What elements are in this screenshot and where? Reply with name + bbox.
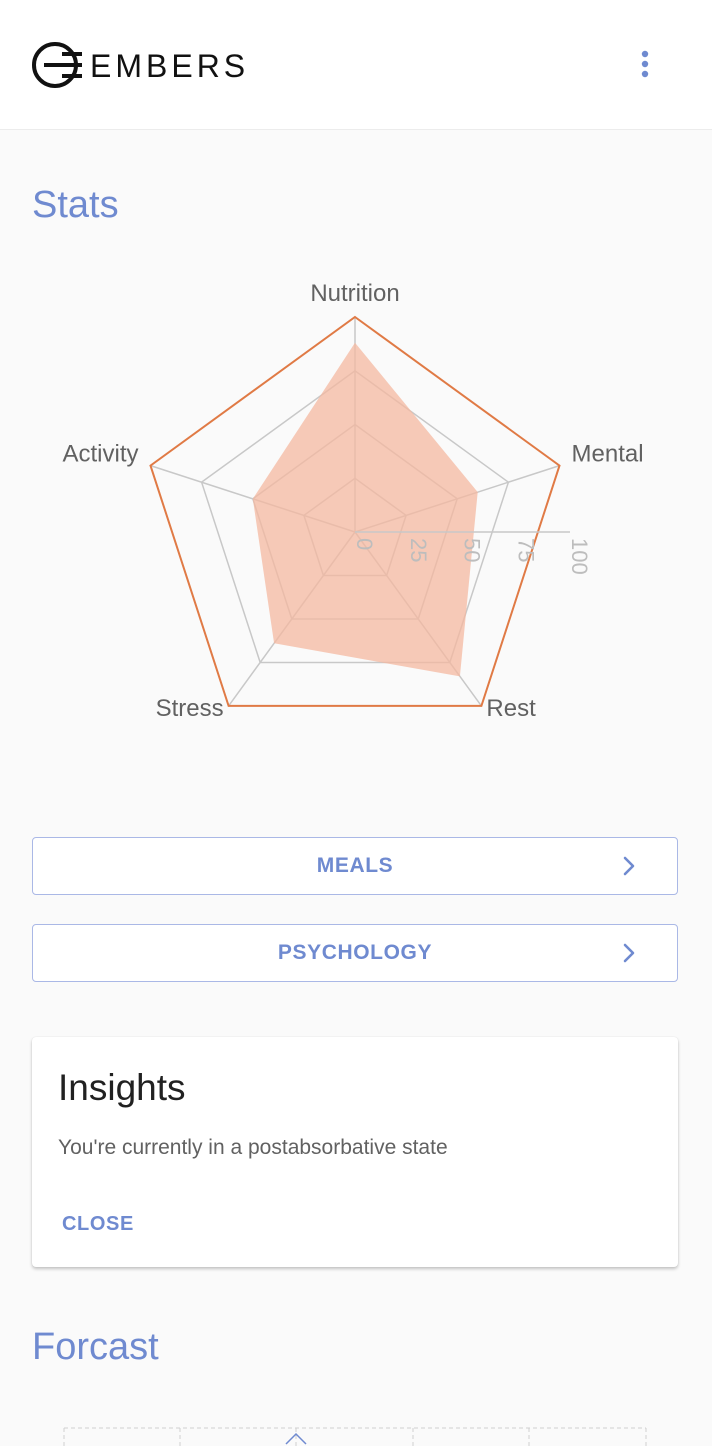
stats-radar-chart: 0 25 50 75 100 Nutrition Mental Rest Stress Acti… xyxy=(62,280,644,722)
psychology-button-label: PSYCHOLOGY xyxy=(277,941,433,964)
psychology-button[interactable]: PSYCHOLOGY xyxy=(32,924,678,982)
brand-name: EMBERS xyxy=(90,48,249,84)
radar-tick-label: 75 xyxy=(513,538,538,562)
app-bar: EMBERS xyxy=(0,0,712,130)
radar-tick-label: 100 xyxy=(567,538,592,575)
radar-axis-label: Mental xyxy=(572,441,644,468)
stats-title: Stats xyxy=(32,184,119,226)
insights-card: Insights You're currently in a postabsor… xyxy=(32,1037,678,1267)
radar-tick-label: 50 xyxy=(460,538,485,562)
radar-tick-label: 0 xyxy=(352,538,377,550)
radar-data-area xyxy=(252,342,478,677)
insights-message: You're currently in a postabsorbative st… xyxy=(58,1136,448,1159)
radar-axis-label: Stress xyxy=(156,695,224,722)
chevron-right-icon xyxy=(623,943,635,963)
radar-axis-label: Nutrition xyxy=(310,280,399,307)
radar-tick-label: 25 xyxy=(406,538,431,562)
chevron-right-icon xyxy=(623,856,635,876)
close-button[interactable]: CLOSE xyxy=(56,1209,140,1240)
embers-logo[interactable]: EMBERS xyxy=(30,40,250,90)
radar-axis-label: Rest xyxy=(486,695,536,722)
forecast-chart xyxy=(63,1427,647,1446)
embers-logo-icon xyxy=(32,42,82,88)
insights-title: Insights xyxy=(58,1067,186,1108)
more-menu-button[interactable] xyxy=(625,42,665,86)
radar-axis-label: Activity xyxy=(62,441,138,468)
meals-button[interactable]: MEALS xyxy=(32,837,678,895)
forecast-title: Forcast xyxy=(32,1326,159,1368)
meals-button-label: MEALS xyxy=(316,854,394,877)
more-vert-icon xyxy=(641,50,649,78)
